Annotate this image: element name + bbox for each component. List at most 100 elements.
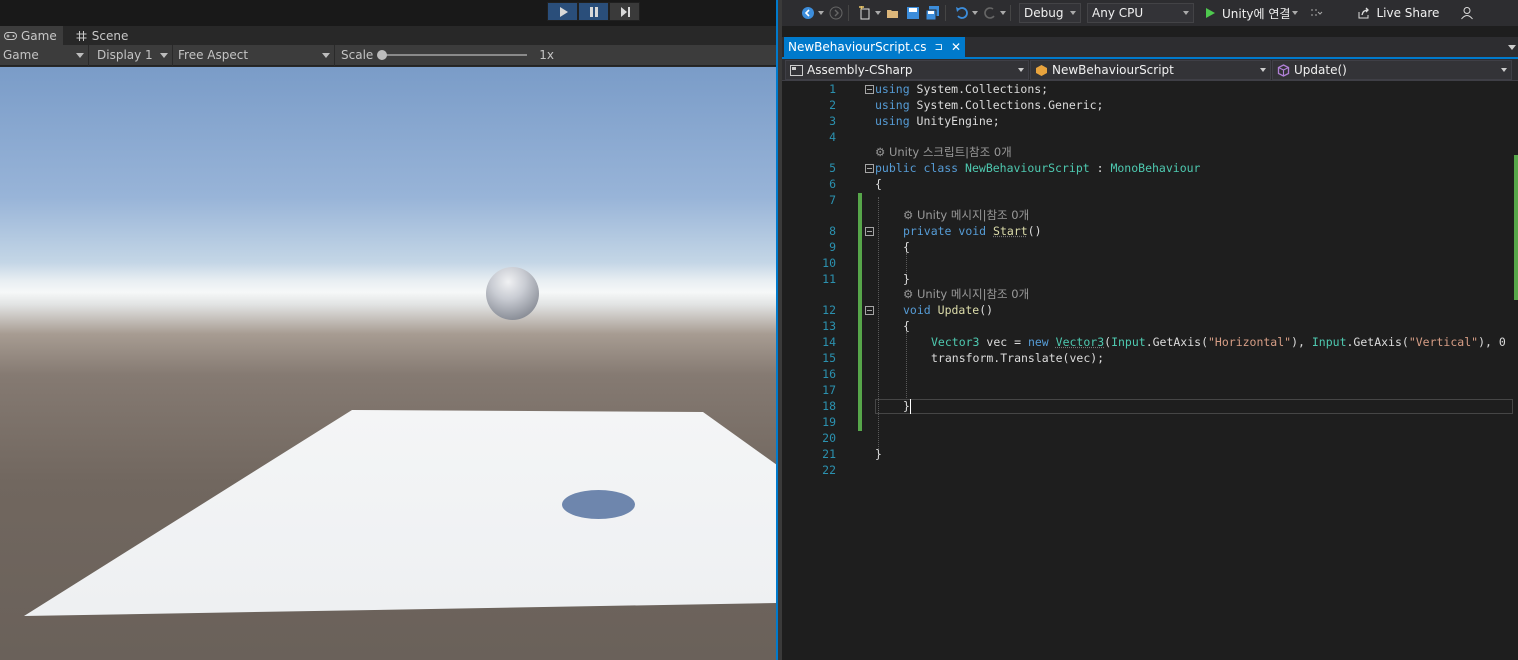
step-button[interactable] (609, 2, 640, 21)
tab-label: NewBehaviourScript.cs (788, 40, 927, 54)
code-token: System.Collections; (909, 82, 1049, 96)
forward-button[interactable] (828, 5, 844, 21)
back-arrow-icon (802, 7, 814, 19)
project-dropdown[interactable]: Assembly-CSharp (785, 60, 1029, 80)
line-number: 4 (829, 130, 836, 144)
line-number: 17 (822, 383, 836, 397)
tab-game[interactable]: Game (0, 26, 63, 45)
line-number: 14 (822, 335, 836, 349)
forward-arrow-icon (829, 6, 843, 20)
tab-newbehaviourscript[interactable]: NewBehaviourScript.cs ⊐ ✕ (784, 37, 965, 57)
collapse-toggle[interactable] (865, 227, 874, 236)
game-viewport[interactable] (0, 67, 777, 660)
line-number: 20 (822, 431, 836, 445)
scale-value: 1x (539, 48, 555, 62)
account-button[interactable] (1459, 5, 1475, 21)
line-number: 1 (829, 82, 836, 96)
chevron-down-icon[interactable] (818, 11, 824, 15)
code-token: ), 0 (1478, 335, 1506, 349)
undo-button[interactable] (954, 5, 970, 21)
tab-scene[interactable]: Scene (71, 26, 135, 45)
keyword-token: public (875, 161, 917, 175)
redo-button[interactable] (982, 5, 998, 21)
type-token: Vector3 (1055, 335, 1105, 349)
chevron-down-icon[interactable] (1292, 11, 1299, 15)
unity-view-tabs: Game Scene (0, 26, 777, 45)
play-controls (547, 2, 640, 21)
codelens-start[interactable]: ⚙ Unity 메시지|참조 0개 (903, 207, 1029, 223)
toolbar-separator (945, 5, 946, 21)
vs-main-toolbar: Debug Any CPU Unity에 연결 Live Share (782, 0, 1518, 26)
collapse-toggle[interactable] (865, 164, 874, 173)
chevron-down-icon[interactable] (1000, 11, 1006, 15)
save-button[interactable] (905, 5, 921, 21)
line-number: 18 (822, 399, 836, 413)
member-dropdown[interactable]: Update() (1272, 60, 1512, 80)
collapse-toggle[interactable] (865, 85, 874, 94)
type-dropdown[interactable]: NewBehaviourScript (1030, 60, 1271, 80)
type-token: NewBehaviourScript (965, 161, 1090, 175)
tab-list-dropdown[interactable] (1508, 45, 1516, 50)
codelens-gear-icon: ⚙ (903, 287, 914, 301)
tab-game-label: Game (21, 28, 57, 43)
toolbar-separator (1010, 5, 1011, 21)
undo-icon (956, 7, 968, 19)
scale-slider-handle[interactable] (377, 50, 388, 60)
new-item-button[interactable] (857, 5, 873, 21)
chevron-down-icon (322, 52, 330, 58)
chevron-down-icon[interactable] (875, 11, 881, 15)
back-button[interactable] (800, 5, 816, 21)
line-number: 9 (829, 240, 836, 254)
save-all-button[interactable] (925, 5, 941, 21)
keyword-token: using (875, 114, 910, 128)
redo-icon (984, 7, 995, 19)
line-number: 19 (822, 415, 836, 429)
scrollbar-change-marker (1514, 155, 1518, 300)
platform-dropdown[interactable]: Any CPU (1087, 3, 1194, 23)
unity-top-toolbar (0, 0, 777, 26)
aspect-dropdown[interactable]: Free Aspect (173, 44, 335, 66)
close-icon[interactable]: ✕ (951, 40, 961, 54)
keyword-token: new (1027, 335, 1049, 349)
string-token: "Vertical" (1408, 335, 1479, 349)
code-line: { (903, 319, 910, 333)
user-icon (1461, 7, 1474, 20)
code-line: using UnityEngine; (875, 113, 1000, 129)
play-button[interactable] (547, 2, 578, 21)
play-icon (1206, 8, 1215, 18)
pin-icon[interactable]: ⊐ (935, 42, 943, 53)
chevron-down-icon (1183, 11, 1189, 15)
line-number: 21 (822, 447, 836, 461)
code-token: () (1027, 224, 1042, 238)
codelens-text: Unity 스크립트|참조 0개 (888, 145, 1012, 159)
line-number: 8 (829, 224, 836, 238)
codelens-class[interactable]: ⚙ Unity 스크립트|참조 0개 (875, 144, 1012, 160)
chevron-down-icon (160, 52, 168, 58)
line-number: 22 (822, 463, 836, 477)
live-share-label[interactable]: Live Share (1376, 6, 1439, 20)
code-token: ), (1291, 335, 1312, 349)
code-line: } (875, 447, 882, 461)
project-value: Assembly-CSharp (807, 63, 913, 77)
pause-icon (589, 6, 598, 17)
keyword-token: private (903, 224, 952, 238)
live-share-button[interactable] (1356, 5, 1372, 21)
grid-icon (76, 30, 87, 41)
configuration-dropdown[interactable]: Debug (1019, 3, 1081, 23)
toolbar-overflow-button[interactable] (1304, 5, 1328, 21)
start-debug-button[interactable] (1202, 5, 1218, 21)
scale-slider[interactable] (377, 50, 528, 60)
attach-unity-label[interactable]: Unity에 연결 (1222, 5, 1290, 22)
codelens-update[interactable]: ⚙ Unity 메시지|참조 0개 (903, 286, 1029, 302)
pause-button[interactable] (578, 2, 609, 21)
code-editor[interactable]: 1 2 3 4 5 6 7 8 9 10 11 12 13 14 15 16 1… (782, 81, 1518, 660)
collapse-toggle[interactable] (865, 306, 874, 315)
open-button[interactable] (885, 5, 901, 21)
game-mode-dropdown[interactable]: Game (0, 44, 89, 66)
display-dropdown[interactable]: Display 1 (89, 44, 173, 66)
chevron-down-icon[interactable] (972, 11, 978, 15)
step-icon (620, 6, 630, 17)
line-number: 11 (822, 272, 836, 286)
